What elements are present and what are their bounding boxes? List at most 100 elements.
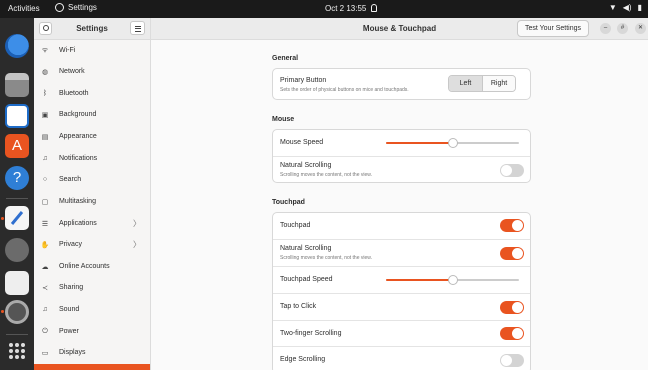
switch-knob xyxy=(501,165,512,176)
primary-button-toggle: Left Right xyxy=(448,75,516,92)
network-icon: ◍ xyxy=(41,68,49,76)
sidebar-item-notifications[interactable]: ♫ Notifications xyxy=(34,148,150,169)
tap-to-click-switch[interactable] xyxy=(500,301,524,314)
test-settings-button[interactable]: Test Your Settings xyxy=(517,20,589,37)
sidebar-item-applications[interactable]: ☰ Applications 〉 xyxy=(34,213,150,234)
two-finger-scrolling-switch[interactable] xyxy=(500,327,524,340)
mouse-speed-label: Mouse Speed xyxy=(280,139,324,146)
sidebar-item-multitasking[interactable]: ▢ Multitasking xyxy=(34,191,150,212)
sidebar-item-label: Notifications xyxy=(59,155,98,162)
primary-right-button[interactable]: Right xyxy=(482,76,515,91)
sidebar-item-label: Sharing xyxy=(59,284,84,291)
gimp-icon[interactable] xyxy=(5,238,29,262)
wifi-icon: ᯤ xyxy=(41,47,49,54)
writer-icon[interactable] xyxy=(5,104,29,128)
dock-separator xyxy=(6,334,28,335)
notification-icon xyxy=(371,4,377,12)
clock[interactable]: Oct 2 13:55 xyxy=(325,4,366,13)
touchpad-switch[interactable] xyxy=(500,219,524,232)
section-title-mouse: Mouse xyxy=(272,116,295,123)
running-indicator xyxy=(1,310,4,313)
sidebar-item-label: Wi-Fi xyxy=(59,47,76,54)
sidebar-item-search[interactable]: ○ Search xyxy=(34,169,150,190)
cloud-icon: ☁ xyxy=(41,263,49,271)
switch-knob xyxy=(512,248,523,259)
sidebar-item-online-accounts[interactable]: ☁ Online Accounts xyxy=(34,256,150,277)
general-card: Primary Button Sets the order of physica… xyxy=(272,68,531,100)
music-note-icon: ♫ xyxy=(42,306,48,313)
thunderbird-icon[interactable] xyxy=(5,34,29,58)
settings-sidebar: Settings ᯤ Wi-Fi ◍ Network ᛒ Bluetooth ▣ Bac… xyxy=(34,18,151,370)
switch-knob xyxy=(501,355,512,366)
tap-to-click-row: Tap to Click xyxy=(273,293,530,320)
volume-icon: ◀) xyxy=(622,3,632,12)
close-icon[interactable]: ✕ xyxy=(635,23,646,34)
sidebar-item-mouse-touchpad-selected[interactable] xyxy=(34,364,150,370)
section-title-general: General xyxy=(272,55,299,62)
sidebar-item-label: Background xyxy=(59,111,97,118)
maximize-icon[interactable]: # xyxy=(617,23,628,34)
sidebar-item-displays[interactable]: ▭ Displays xyxy=(34,342,150,363)
sidebar-item-label: Search xyxy=(59,176,82,183)
sidebar-item-network[interactable]: ◍ Network xyxy=(34,61,150,82)
edge-scrolling-row: Edge Scrolling xyxy=(273,346,530,370)
power-icon: ⏻ xyxy=(42,327,48,335)
tap-to-click-label: Tap to Click xyxy=(280,303,317,310)
sidebar-item-wifi[interactable]: ᯤ Wi-Fi xyxy=(34,40,150,61)
sidebar-item-appearance[interactable]: ▤ Appearance xyxy=(34,126,150,147)
software-icon[interactable]: A xyxy=(5,134,29,158)
mouse-natural-scrolling-description: Scrolling moves the content, not the vie… xyxy=(280,172,372,178)
slider-handle[interactable] xyxy=(447,275,458,285)
chevron-right-icon: 〉 xyxy=(133,240,141,249)
hamburger-menu-icon[interactable] xyxy=(130,21,145,35)
show-apps-icon[interactable] xyxy=(9,343,25,359)
activities-button[interactable]: Activities xyxy=(8,4,40,13)
sidebar-item-privacy[interactable]: ✋ Privacy 〉 xyxy=(34,234,150,255)
screenshot-icon[interactable] xyxy=(5,271,29,295)
two-finger-scrolling-row: Two-finger Scrolling xyxy=(273,320,530,346)
touchpad-natural-scrolling-description: Scrolling moves the content, not the vie… xyxy=(280,255,372,261)
mouse-natural-scrolling-switch[interactable] xyxy=(500,164,524,177)
touchpad-label: Touchpad xyxy=(280,222,311,229)
sidebar-item-background[interactable]: ▣ Background xyxy=(34,104,150,125)
slider-handle[interactable] xyxy=(447,138,458,148)
mouse-speed-slider[interactable] xyxy=(386,138,519,148)
mouse-touchpad-panel: General Primary Button Sets the order of… xyxy=(151,41,648,370)
primary-button-description: Sets the order of physical buttons on mi… xyxy=(280,87,409,93)
sidebar-item-bluetooth[interactable]: ᛒ Bluetooth xyxy=(34,83,150,104)
display-icon: ▭ xyxy=(41,349,49,357)
sidebar-item-sound[interactable]: ♫ Sound xyxy=(34,299,150,320)
mouse-natural-scrolling-label: Natural Scrolling xyxy=(280,162,332,169)
help-icon[interactable]: ? xyxy=(5,166,29,190)
touchpad-natural-scrolling-switch[interactable] xyxy=(500,247,524,260)
touchpad-speed-slider[interactable] xyxy=(386,275,519,285)
two-finger-scrolling-label: Two-finger Scrolling xyxy=(280,330,342,337)
system-menu[interactable]: ▼ ◀) ▮ xyxy=(609,3,642,12)
switch-knob xyxy=(512,302,523,313)
minimize-icon[interactable]: – xyxy=(600,23,611,34)
touchpad-speed-row: Touchpad Speed xyxy=(273,266,530,293)
top-bar: Activities Settings Oct 2 13:55 ▼ ◀) ▮ xyxy=(0,0,648,18)
settings-icon[interactable] xyxy=(5,300,29,324)
main-header: Mouse & Touchpad Test Your Settings – # … xyxy=(151,18,648,40)
share-icon: ≺ xyxy=(42,284,48,292)
app-menu[interactable]: Settings xyxy=(55,3,97,12)
files-icon[interactable] xyxy=(5,73,29,97)
bell-icon: ♫ xyxy=(42,155,48,162)
primary-left-button[interactable]: Left xyxy=(449,76,482,91)
edge-scrolling-switch[interactable] xyxy=(500,354,524,367)
applications-icon: ☰ xyxy=(41,220,49,228)
sidebar-item-label: Bluetooth xyxy=(59,90,89,97)
sidebar-item-sharing[interactable]: ≺ Sharing xyxy=(34,277,150,298)
sidebar-item-label: Appearance xyxy=(59,133,97,140)
touchpad-natural-scrolling-row: Natural Scrolling Scrolling moves the co… xyxy=(273,239,530,266)
sidebar-item-power[interactable]: ⏻ Power xyxy=(34,321,150,342)
dock-separator xyxy=(6,198,28,199)
chevron-right-icon: 〉 xyxy=(133,219,141,228)
mouse-card: Mouse Speed Natural Scrolling Scrolling … xyxy=(272,129,531,183)
bluetooth-icon: ᛒ xyxy=(42,90,48,97)
sidebar-header: Settings xyxy=(34,18,150,40)
text-editor-icon[interactable] xyxy=(5,206,29,230)
sidebar-item-label: Displays xyxy=(59,349,86,356)
sidebar-item-label: Online Accounts xyxy=(59,263,110,270)
